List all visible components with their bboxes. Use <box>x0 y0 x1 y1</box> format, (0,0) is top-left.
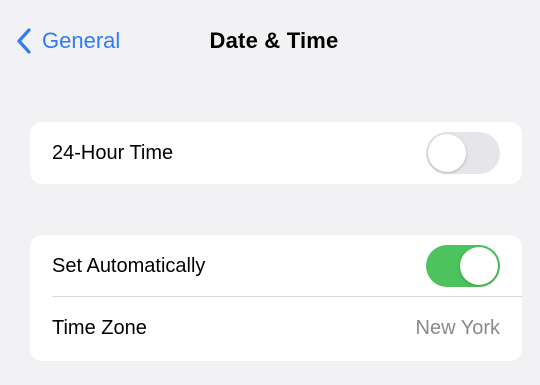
set-automatically-label: Set Automatically <box>52 254 206 277</box>
toggle-knob <box>460 247 498 285</box>
set-automatically-toggle[interactable] <box>426 245 500 287</box>
hour24-label: 24-Hour Time <box>52 141 174 164</box>
time-zone-label: Time Zone <box>52 316 147 339</box>
hour-format-group: 24-Hour Time <box>30 122 522 184</box>
time-settings-group: Set Automatically Time Zone New York <box>30 235 522 361</box>
navigation-bar: General Date & Time <box>0 0 540 80</box>
toggle-knob <box>428 134 466 172</box>
time-zone-row[interactable]: Time Zone New York <box>30 297 522 359</box>
time-zone-value: New York <box>415 316 501 339</box>
set-automatically-row: Set Automatically <box>30 235 522 297</box>
page-title: Date & Time <box>209 28 339 53</box>
hour24-row: 24-Hour Time <box>30 122 522 184</box>
hour24-toggle[interactable] <box>426 132 500 174</box>
